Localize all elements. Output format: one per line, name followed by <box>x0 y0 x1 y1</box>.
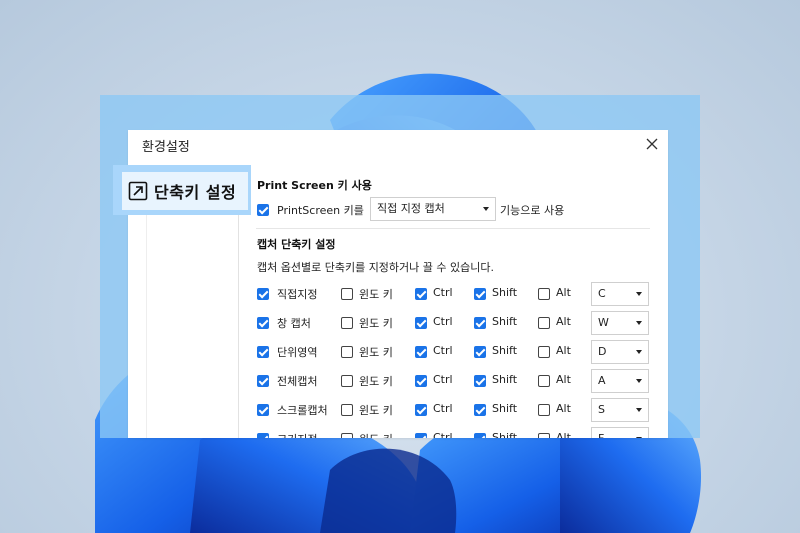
key-select-value: C <box>598 287 606 300</box>
modifier-label-shift: Shift <box>492 373 518 386</box>
chevron-down-icon <box>636 408 642 412</box>
shortcut-name: 스크롤캡처 <box>277 404 328 417</box>
checkbox-win[interactable] <box>341 317 353 329</box>
checkbox-ctrl[interactable] <box>415 433 427 438</box>
modifier-label-win: 윈도 키 <box>359 288 393 301</box>
key-select[interactable]: C <box>591 282 649 306</box>
tab-shortcut-settings[interactable]: 단축키 설정 <box>122 172 248 210</box>
checkbox-win[interactable] <box>341 433 353 438</box>
checkbox-ctrl[interactable] <box>415 346 427 358</box>
chevron-down-icon <box>636 321 642 325</box>
checkbox-win[interactable] <box>341 346 353 358</box>
printscreen-section-title: Print Screen 키 사용 <box>257 179 372 192</box>
key-select-value: S <box>598 403 605 416</box>
modifier-label-alt: Alt <box>556 402 571 415</box>
checkbox-shift[interactable] <box>474 317 486 329</box>
modifier-label-win: 윈도 키 <box>359 404 393 417</box>
modifier-label-win: 윈도 키 <box>359 346 393 359</box>
shortcuts-description: 캡처 옵션별로 단축키를 지정하거나 끌 수 있습니다. <box>257 261 494 274</box>
key-select-value: W <box>598 316 609 329</box>
key-select-value: D <box>598 345 607 358</box>
modifier-label-alt: Alt <box>556 344 571 357</box>
tab-shortcut-settings-label: 단축키 설정 <box>154 183 237 202</box>
modifier-label-shift: Shift <box>492 286 518 299</box>
modifier-label-alt: Alt <box>556 373 571 386</box>
modifier-label-shift: Shift <box>492 402 518 415</box>
key-select-value: F <box>598 432 604 438</box>
shortcuts-section-title: 캡처 단축키 설정 <box>257 238 336 251</box>
printscreen-suffix: 기능으로 사용 <box>500 204 565 217</box>
key-select[interactable]: A <box>591 369 649 393</box>
modifier-label-shift: Shift <box>492 315 518 328</box>
chevron-down-icon <box>483 207 489 211</box>
modifier-label-shift: Shift <box>492 344 518 357</box>
modifier-label-alt: Alt <box>556 286 571 299</box>
chevron-down-icon <box>636 379 642 383</box>
printscreen-function-value: 직접 지정 캡처 <box>377 202 445 215</box>
modifier-label-win: 윈도 키 <box>359 431 393 438</box>
checkbox-alt[interactable] <box>538 288 550 300</box>
modifier-label-ctrl: Ctrl <box>433 315 453 328</box>
checkbox-enabled[interactable] <box>257 317 269 329</box>
dialog-title: 환경설정 <box>142 140 190 155</box>
modifier-label-ctrl: Ctrl <box>433 373 453 386</box>
close-icon[interactable] <box>644 136 660 152</box>
shortcut-arrow-icon <box>128 181 148 201</box>
chevron-down-icon <box>636 350 642 354</box>
section-divider <box>256 228 650 229</box>
modifier-label-win: 윈도 키 <box>359 317 393 330</box>
shortcut-name: 단위영역 <box>277 346 318 359</box>
checkbox-alt[interactable] <box>538 433 550 438</box>
checkbox-ctrl[interactable] <box>415 288 427 300</box>
checkbox-shift[interactable] <box>474 375 486 387</box>
checkbox-win[interactable] <box>341 404 353 416</box>
checkbox-enabled[interactable] <box>257 433 269 438</box>
checkbox-ctrl[interactable] <box>415 404 427 416</box>
key-select[interactable]: W <box>591 311 649 335</box>
shortcut-name: 크기지정 <box>277 431 317 438</box>
checkbox-enabled[interactable] <box>257 375 269 387</box>
chevron-down-icon <box>636 437 642 438</box>
checkbox-shift[interactable] <box>474 288 486 300</box>
checkbox-alt[interactable] <box>538 346 550 358</box>
checkbox-alt[interactable] <box>538 317 550 329</box>
modifier-label-ctrl: Ctrl <box>433 286 453 299</box>
modifier-label-ctrl: Ctrl <box>433 431 453 438</box>
modifier-label-ctrl: Ctrl <box>433 402 453 415</box>
key-select-value: A <box>598 374 606 387</box>
modifier-label-ctrl: Ctrl <box>433 344 453 357</box>
checkbox-win[interactable] <box>341 288 353 300</box>
key-select[interactable]: F <box>591 427 649 438</box>
checkbox-win[interactable] <box>341 375 353 387</box>
checkbox-enabled[interactable] <box>257 404 269 416</box>
checkbox-enabled[interactable] <box>257 346 269 358</box>
key-select[interactable]: D <box>591 340 649 364</box>
checkbox-shift[interactable] <box>474 346 486 358</box>
checkbox-shift[interactable] <box>474 404 486 416</box>
modifier-label-win: 윈도 키 <box>359 375 393 388</box>
checkbox-enabled[interactable] <box>257 288 269 300</box>
checkbox-ctrl[interactable] <box>415 317 427 329</box>
shortcut-name: 창 캡처 <box>277 317 311 330</box>
modifier-label-shift: Shift <box>492 431 518 438</box>
key-select[interactable]: S <box>591 398 649 422</box>
modifier-label-alt: Alt <box>556 431 571 438</box>
modifier-label-alt: Alt <box>556 315 571 328</box>
checkbox-ctrl[interactable] <box>415 375 427 387</box>
checkbox-alt[interactable] <box>538 375 550 387</box>
printscreen-function-select[interactable]: 직접 지정 캡처 <box>370 197 496 221</box>
shortcut-name: 직접지정 <box>277 288 318 301</box>
chevron-down-icon <box>636 292 642 296</box>
shortcut-name: 전체캡처 <box>277 375 318 388</box>
checkbox-alt[interactable] <box>538 404 550 416</box>
checkbox-shift[interactable] <box>474 433 486 438</box>
printscreen-checkbox-label: PrintScreen 키를 <box>277 204 364 217</box>
printscreen-checkbox[interactable] <box>257 204 269 216</box>
